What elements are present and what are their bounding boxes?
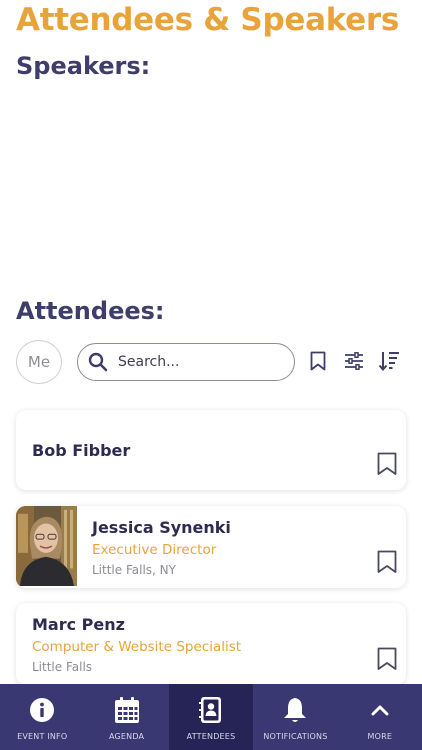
attendee-location: Little Falls	[32, 660, 93, 674]
bell-icon	[281, 696, 309, 724]
attendee-card[interactable]: Jessica Synenki Executive Director Littl…	[16, 506, 406, 588]
sliders-icon[interactable]	[342, 348, 366, 374]
bookmark-icon[interactable]	[377, 550, 397, 574]
tab-label: ATTENDEES	[186, 732, 236, 741]
attendee-title: Computer & Website Specialist	[32, 639, 242, 655]
attendee-name: Jessica Synenki	[92, 518, 231, 537]
attendee-card[interactable]: Bob Fibber	[16, 410, 406, 490]
attendees-heading: Attendees:	[16, 297, 165, 325]
bookmark-icon[interactable]	[377, 647, 397, 671]
tab-label: AGENDA	[108, 732, 145, 741]
attendee-name: Marc Penz	[32, 615, 125, 634]
attendee-card[interactable]: Marc Penz Computer & Website Specialist …	[16, 603, 406, 685]
tab-agenda[interactable]: AGENDA	[84, 684, 168, 750]
attendee-toolbar: Me	[16, 340, 406, 384]
attendee-name: Bob Fibber	[32, 441, 131, 460]
bookmark-icon[interactable]	[306, 348, 330, 374]
search-icon	[88, 352, 108, 372]
tab-notifications[interactable]: NOTIFICATIONS	[253, 684, 337, 750]
calendar-icon	[113, 696, 141, 724]
chevron-up-icon	[366, 696, 394, 724]
tab-label: MORE	[367, 732, 393, 741]
me-button[interactable]: Me	[16, 340, 62, 384]
bottom-tab-bar: EVENT INFO AGENDA ATTENDEES NOTIFICATION…	[0, 684, 422, 750]
attendee-location: Little Falls, NY	[92, 563, 176, 577]
tab-more[interactable]: MORE	[338, 684, 422, 750]
info-icon	[28, 696, 56, 724]
tab-label: NOTIFICATIONS	[263, 732, 328, 741]
search-box[interactable]	[77, 343, 295, 381]
page-title: Attendees & Speakers	[16, 2, 400, 38]
tab-event-info[interactable]: EVENT INFO	[0, 684, 84, 750]
speakers-heading: Speakers:	[16, 52, 151, 80]
attendee-photo	[16, 506, 77, 586]
sort-icon[interactable]	[377, 348, 401, 374]
bookmark-icon[interactable]	[377, 452, 397, 476]
contact-book-icon	[197, 696, 225, 724]
attendee-title: Executive Director	[92, 542, 217, 558]
tab-label: EVENT INFO	[17, 732, 68, 741]
search-input[interactable]	[118, 354, 278, 370]
tab-attendees[interactable]: ATTENDEES	[168, 684, 254, 750]
